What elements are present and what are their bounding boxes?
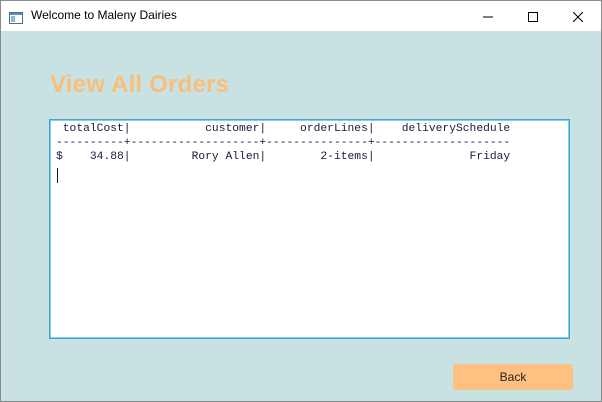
minimize-icon: [483, 7, 493, 26]
orders-text-area[interactable]: totalCost| customer| orderLines| deliver…: [49, 119, 570, 339]
app-window: Welcome to Maleny Dairies View All Order…: [0, 0, 602, 402]
main-content: View All Orders totalCost| customer| ord…: [1, 31, 601, 401]
minimize-button[interactable]: [465, 1, 511, 31]
orders-table-text: totalCost| customer| orderLines| deliver…: [56, 123, 511, 163]
close-button[interactable]: [555, 1, 601, 31]
back-button[interactable]: Back: [453, 364, 573, 390]
maximize-button[interactable]: [510, 1, 556, 31]
close-icon: [572, 7, 584, 26]
maximize-icon: [528, 7, 538, 26]
window-app-icon: [9, 9, 23, 24]
window-title: Welcome to Maleny Dairies: [31, 8, 177, 22]
title-bar[interactable]: Welcome to Maleny Dairies: [1, 1, 601, 31]
page-title: View All Orders: [50, 71, 230, 98]
text-caret: [57, 168, 58, 183]
